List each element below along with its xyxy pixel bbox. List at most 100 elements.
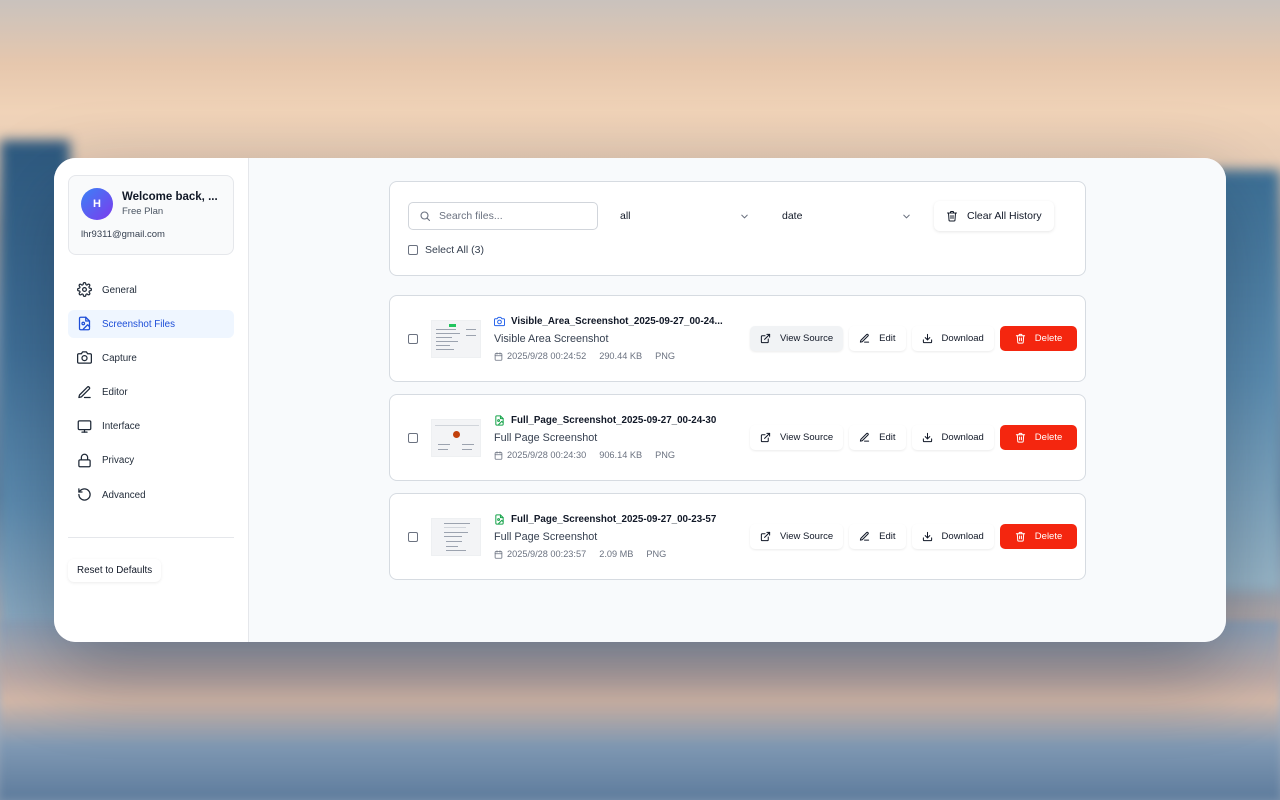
sidebar-item-privacy[interactable]: Privacy xyxy=(68,447,234,475)
sidebar-item-editor[interactable]: Editor xyxy=(68,379,234,407)
edit-label: Edit xyxy=(879,531,896,542)
avatar: H xyxy=(81,188,113,220)
download-button[interactable]: Download xyxy=(911,524,994,549)
sidebar-item-label: Advanced xyxy=(102,489,146,501)
sidebar-item-general[interactable]: General xyxy=(68,276,234,304)
delete-button[interactable]: Delete xyxy=(999,425,1078,450)
edit-button[interactable]: Edit xyxy=(849,326,906,351)
search-input[interactable] xyxy=(439,210,579,222)
search-icon xyxy=(419,210,431,222)
view-source-button[interactable]: View Source xyxy=(750,326,844,351)
sidebar-item-label: General xyxy=(102,284,137,296)
trash-icon xyxy=(1015,432,1035,443)
background-wave-bottom xyxy=(0,620,1280,800)
welcome-text: Welcome back, ... xyxy=(122,191,218,203)
file-date: 2025/9/28 00:23:57 xyxy=(507,549,587,559)
sidebar-item-advanced[interactable]: Advanced xyxy=(68,481,234,509)
file-size: 290.44 KB xyxy=(599,351,643,361)
app-window: H Welcome back, ... Free Plan lhr9311@gm… xyxy=(54,158,1226,642)
lock-icon xyxy=(77,453,93,469)
view-source-label: View Source xyxy=(780,432,834,443)
calendar-icon xyxy=(494,351,507,361)
file-checkbox[interactable] xyxy=(408,531,418,542)
type-filter-value: all xyxy=(620,210,631,222)
file-date: 2025/9/28 00:24:30 xyxy=(507,450,587,460)
search-box[interactable] xyxy=(408,202,598,230)
sort-value: date xyxy=(782,210,803,222)
file-checkbox[interactable] xyxy=(408,333,418,344)
camera-icon xyxy=(494,316,511,327)
file-info: Full_Page_Screenshot_2025-09-27_00-23-57… xyxy=(494,514,734,559)
file-format: PNG xyxy=(646,549,667,559)
external-link-icon xyxy=(760,432,780,443)
file-name: Full_Page_Screenshot_2025-09-27_00-23-57 xyxy=(511,514,717,525)
sidebar-item-screenshot-files[interactable]: Screenshot Files xyxy=(68,310,234,339)
file-kind: Full Page Screenshot xyxy=(494,531,598,543)
sidebar-item-label: Privacy xyxy=(102,455,135,467)
view-source-button[interactable]: View Source xyxy=(750,425,844,450)
file-actions: View Source Edit Download Delete xyxy=(744,326,1078,351)
delete-label: Delete xyxy=(1034,432,1063,443)
sidebar-item-label: Editor xyxy=(102,387,128,399)
image-file-icon xyxy=(494,514,511,525)
file-size: 906.14 KB xyxy=(599,450,643,460)
trash-icon xyxy=(1015,333,1035,344)
view-source-label: View Source xyxy=(780,531,834,542)
trash-icon xyxy=(946,210,967,222)
file-checkbox[interactable] xyxy=(408,432,418,443)
select-all-label: Select All (3) xyxy=(425,244,484,256)
sidebar-item-capture[interactable]: Capture xyxy=(68,344,234,372)
file-info: Visible_Area_Screenshot_2025-09-27_00-24… xyxy=(494,316,734,361)
filter-toolbar: all date Clear All History xyxy=(389,181,1086,276)
gear-icon xyxy=(77,282,93,298)
download-label: Download xyxy=(941,432,984,443)
pen-icon xyxy=(859,531,879,542)
select-all[interactable]: Select All (3) xyxy=(408,244,1067,256)
image-file-icon xyxy=(494,415,511,426)
calendar-icon xyxy=(494,450,507,460)
delete-button[interactable]: Delete xyxy=(999,326,1078,351)
sidebar-item-label: Capture xyxy=(102,352,137,364)
file-info: Full_Page_Screenshot_2025-09-27_00-24-30… xyxy=(494,415,734,460)
delete-label: Delete xyxy=(1034,333,1063,344)
download-label: Download xyxy=(941,531,984,542)
clear-history-label: Clear All History xyxy=(967,210,1042,222)
delete-button[interactable]: Delete xyxy=(999,524,1078,549)
image-file-icon xyxy=(77,316,93,332)
download-icon xyxy=(922,432,942,443)
file-format: PNG xyxy=(655,351,676,361)
type-filter-select[interactable]: all xyxy=(610,202,760,230)
view-source-button[interactable]: View Source xyxy=(750,524,844,549)
chevron-down-icon xyxy=(739,211,750,222)
file-thumbnail[interactable] xyxy=(431,418,481,457)
reset-defaults-button[interactable]: Reset to Defaults xyxy=(68,559,162,583)
sidebar-item-interface[interactable]: Interface xyxy=(68,413,234,441)
file-card: Full_Page_Screenshot_2025-09-27_00-23-57… xyxy=(389,493,1086,580)
sidebar-item-label: Interface xyxy=(102,421,141,433)
file-thumbnail[interactable] xyxy=(431,319,481,358)
external-link-icon xyxy=(760,333,780,344)
edit-button[interactable]: Edit xyxy=(849,524,906,549)
main-content: all date Clear All History xyxy=(249,158,1226,642)
plan-text: Free Plan xyxy=(122,206,164,217)
file-thumbnail[interactable] xyxy=(431,517,481,556)
monitor-icon xyxy=(77,419,93,435)
external-link-icon xyxy=(760,531,780,542)
sort-select[interactable]: date xyxy=(772,202,922,230)
clear-history-button[interactable]: Clear All History xyxy=(934,201,1054,231)
rotate-icon xyxy=(77,487,93,503)
file-size: 2.09 MB xyxy=(599,549,634,559)
edit-label: Edit xyxy=(879,333,896,344)
file-name: Visible_Area_Screenshot_2025-09-27_00-24… xyxy=(511,316,723,327)
sidebar: H Welcome back, ... Free Plan lhr9311@gm… xyxy=(54,158,249,642)
edit-label: Edit xyxy=(879,432,896,443)
download-icon xyxy=(922,531,942,542)
download-button[interactable]: Download xyxy=(911,425,994,450)
pen-icon xyxy=(859,333,879,344)
download-button[interactable]: Download xyxy=(911,326,994,351)
file-kind: Full Page Screenshot xyxy=(494,432,598,444)
pen-icon xyxy=(859,432,879,443)
select-all-checkbox[interactable] xyxy=(408,245,418,255)
edit-button[interactable]: Edit xyxy=(849,425,906,450)
sidebar-divider xyxy=(68,537,234,539)
